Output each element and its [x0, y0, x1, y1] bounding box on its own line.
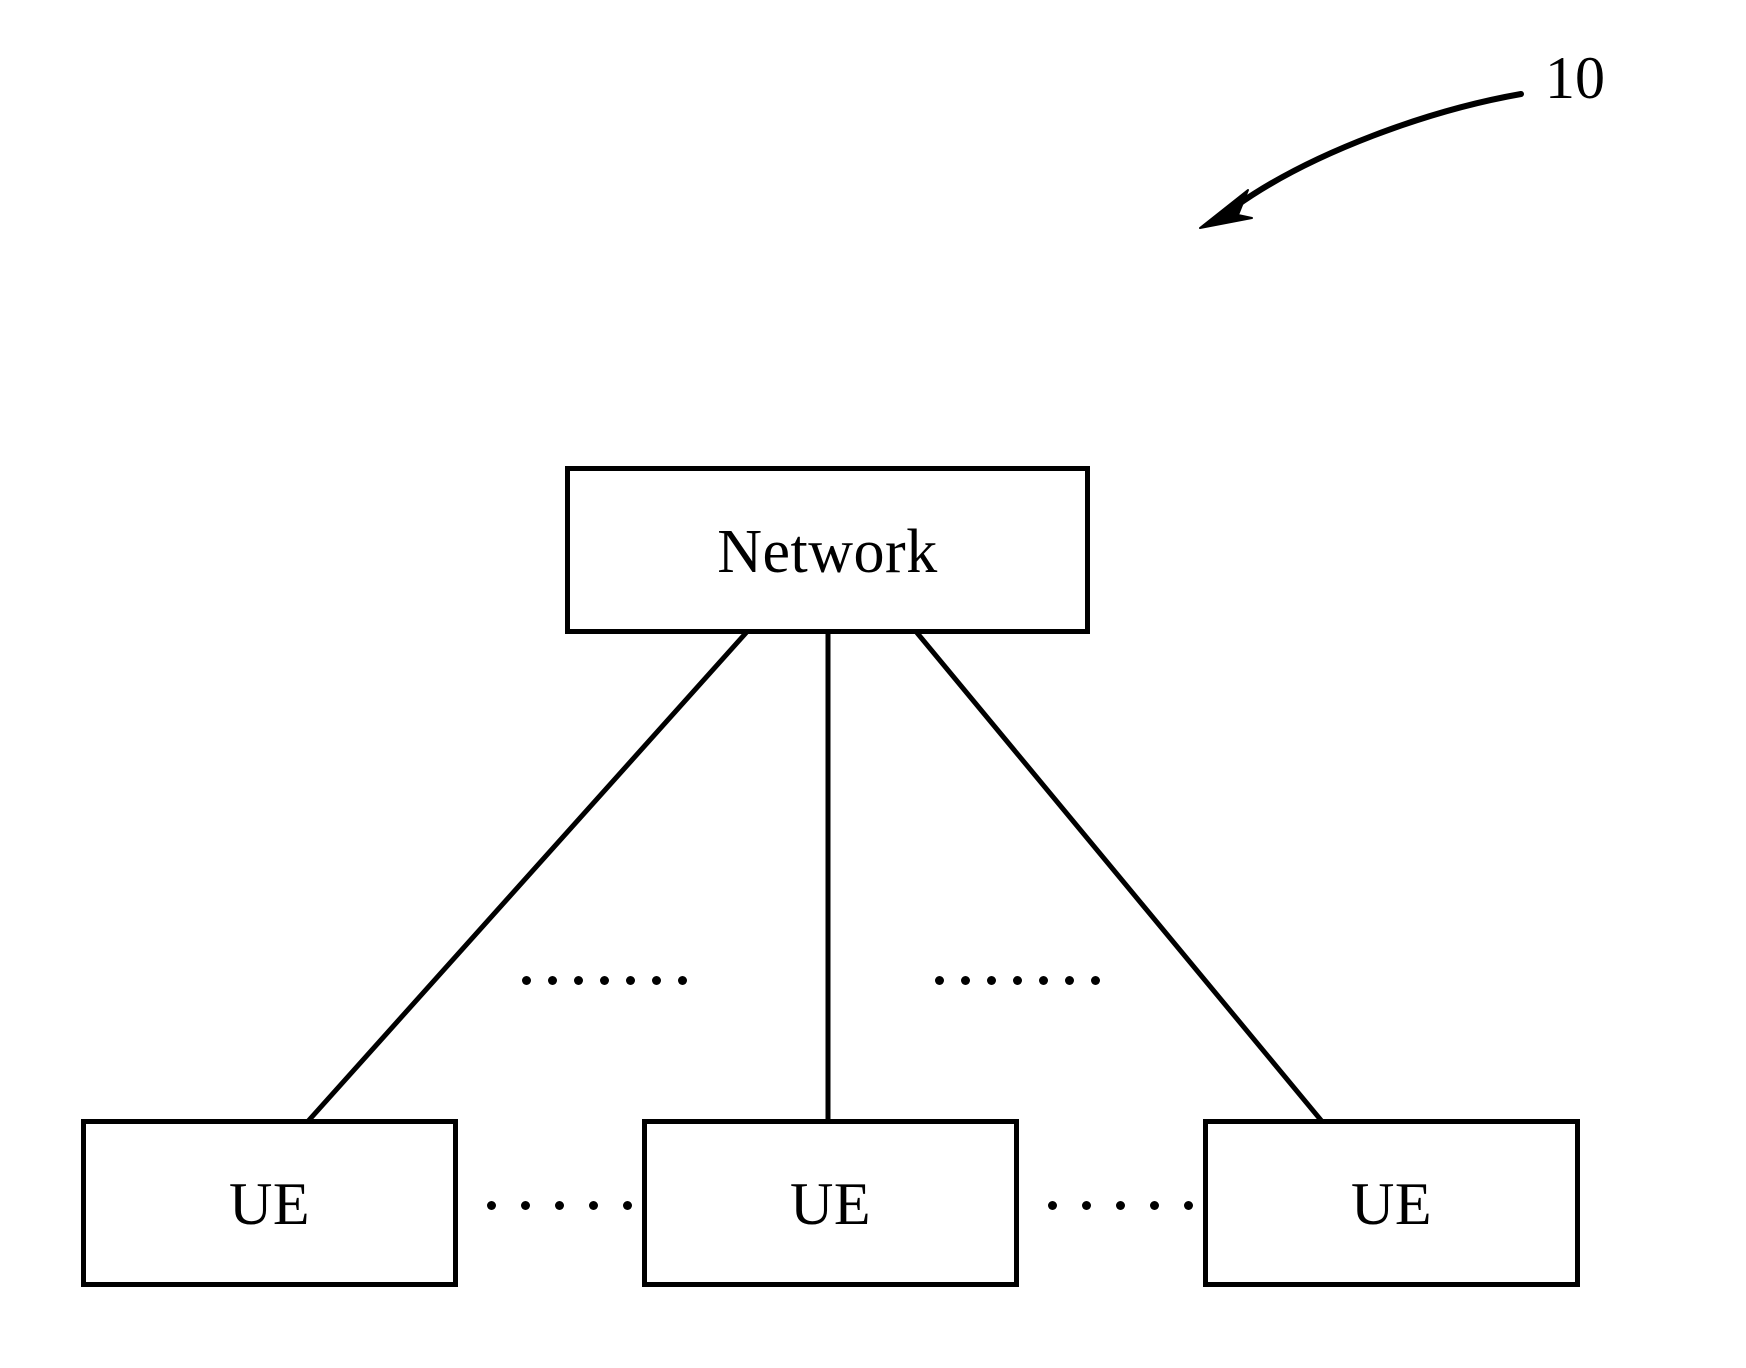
ellipsis-dots-mid-left [522, 976, 687, 985]
ellipsis-dots-bottom-left [487, 1201, 632, 1210]
reference-lead-curve [1233, 91, 1524, 209]
ue-node-box-2: UE [642, 1119, 1019, 1287]
ellipsis-dot [1065, 976, 1074, 985]
ellipsis-dot [935, 976, 944, 985]
ue-node-label-3: UE [1351, 1171, 1432, 1237]
connector-network-to-ue-3 [914, 630, 1324, 1123]
ue-node-box-1: UE [81, 1119, 458, 1287]
ellipsis-dot [555, 1201, 564, 1210]
ellipsis-dot [522, 976, 531, 985]
ellipsis-dot [589, 1201, 598, 1210]
reference-numeral-10: 10 [1545, 45, 1605, 111]
ellipsis-dot [961, 976, 970, 985]
ellipsis-dot [1116, 1201, 1125, 1210]
ellipsis-dot [1039, 976, 1048, 985]
network-node-box: Network [565, 466, 1090, 634]
ellipsis-dot [987, 976, 996, 985]
ellipsis-dot [574, 976, 583, 985]
ellipsis-dot [678, 976, 687, 985]
ellipsis-dot [600, 976, 609, 985]
ue-node-label-1: UE [229, 1171, 310, 1237]
network-node-label: Network [717, 518, 938, 586]
ellipsis-dot [626, 976, 635, 985]
ellipsis-dot [548, 976, 557, 985]
ellipsis-dot [1082, 1201, 1091, 1210]
patent-figure: 10 Network UE UE UE [0, 0, 1746, 1368]
ellipsis-dot [1013, 976, 1022, 985]
reference-lead-arrowhead [1199, 189, 1253, 229]
ellipsis-dot [1048, 1201, 1057, 1210]
ellipsis-dot [487, 1201, 496, 1210]
ue-node-box-3: UE [1203, 1119, 1580, 1287]
ellipsis-dots-mid-right [935, 976, 1100, 985]
ellipsis-dot [1184, 1201, 1193, 1210]
ellipsis-dot [1091, 976, 1100, 985]
ellipsis-dot [652, 976, 661, 985]
ellipsis-dot [1150, 1201, 1159, 1210]
ellipsis-dot [623, 1201, 632, 1210]
ue-node-label-2: UE [790, 1171, 871, 1237]
connector-network-to-ue-1 [306, 630, 749, 1123]
ellipsis-dot [521, 1201, 530, 1210]
ellipsis-dots-bottom-right [1048, 1201, 1193, 1210]
